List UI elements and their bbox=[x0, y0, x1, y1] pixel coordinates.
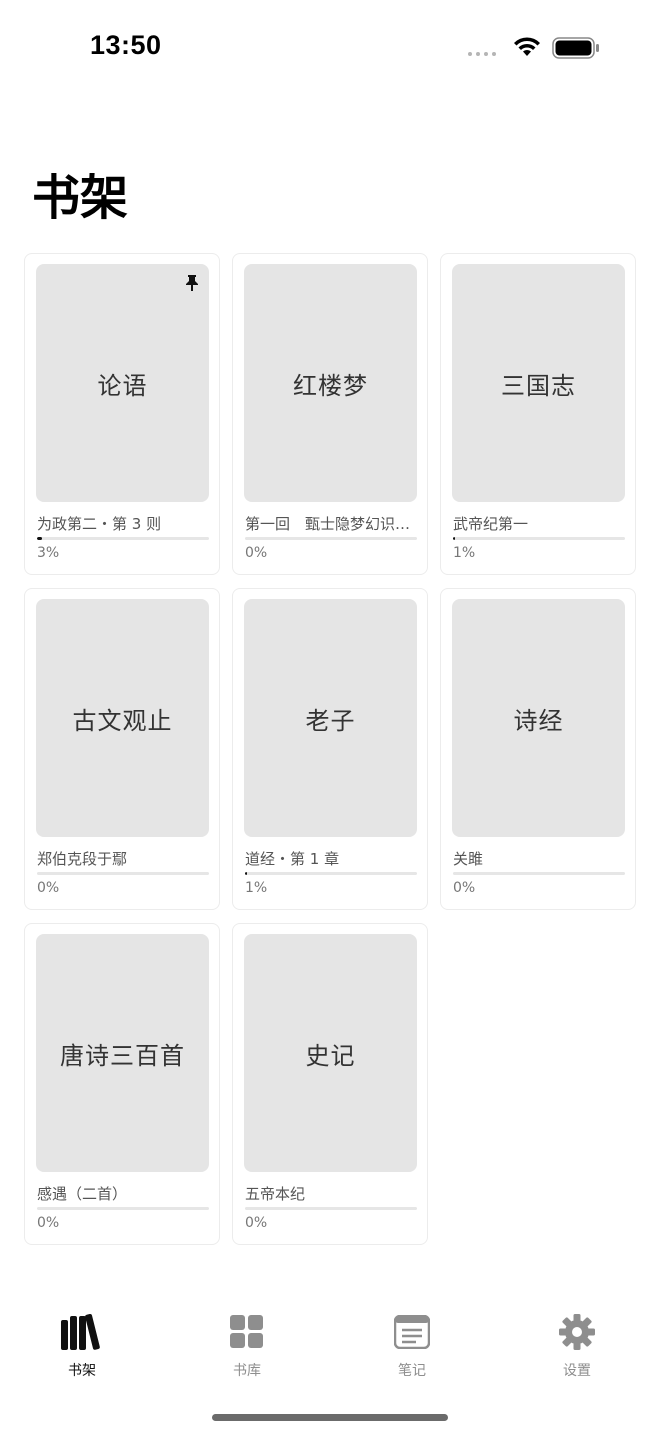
progress-bar bbox=[245, 1207, 417, 1210]
notes-icon bbox=[394, 1310, 430, 1354]
book-cover[interactable]: 老子 bbox=[244, 599, 417, 837]
grid-icon bbox=[230, 1310, 264, 1354]
book-card[interactable]: 史记五帝本纪 0% bbox=[232, 923, 428, 1245]
book-cover[interactable]: 古文观止 bbox=[36, 599, 209, 837]
tab-notes[interactable]: 笔记 bbox=[357, 1310, 467, 1380]
cellular-signal-icon bbox=[468, 52, 496, 56]
current-chapter: 道经・第 1 章 bbox=[245, 850, 340, 868]
book-title: 古文观止 bbox=[72, 706, 173, 735]
book-title: 史记 bbox=[305, 1041, 356, 1070]
book-cover[interactable]: 诗经 bbox=[452, 599, 625, 837]
book-cover[interactable]: 史记 bbox=[244, 934, 417, 1172]
tab-settings[interactable]: 设置 bbox=[522, 1310, 632, 1380]
progress-fill bbox=[37, 537, 43, 540]
book-title: 唐诗三百首 bbox=[60, 1041, 185, 1070]
tab-library[interactable]: 书库 bbox=[192, 1310, 302, 1380]
progress-bar bbox=[245, 872, 417, 875]
current-chapter: 五帝本纪 bbox=[245, 1185, 306, 1203]
progress-percent: 0% bbox=[245, 545, 268, 561]
current-chapter: 感遇（二首） bbox=[37, 1185, 128, 1203]
book-title: 红楼梦 bbox=[293, 371, 368, 400]
progress-percent: 0% bbox=[245, 1215, 268, 1231]
tab-label: 笔记 bbox=[398, 1363, 426, 1379]
book-card[interactable]: 老子道经・第 1 章 1% bbox=[232, 588, 428, 910]
book-card[interactable]: 古文观止郑伯克段于鄢 0% bbox=[24, 588, 220, 910]
progress-percent: 3% bbox=[37, 545, 60, 561]
book-cover[interactable]: 三国志 bbox=[452, 264, 625, 502]
book-cover[interactable]: 唐诗三百首 bbox=[36, 934, 209, 1172]
progress-percent: 0% bbox=[37, 880, 60, 896]
progress-percent: 0% bbox=[453, 880, 476, 896]
book-cover[interactable]: 论语 bbox=[36, 264, 209, 502]
status-time: 13:50 bbox=[90, 30, 162, 60]
book-card[interactable]: 红楼梦第一回 甄士隐梦幻识通灵 0% bbox=[232, 253, 428, 575]
progress-percent: 1% bbox=[245, 880, 268, 896]
tab-label: 书架 bbox=[68, 1363, 96, 1379]
progress-percent: 0% bbox=[37, 1215, 60, 1231]
battery-icon bbox=[552, 37, 599, 59]
wifi-icon bbox=[514, 37, 540, 56]
home-indicator[interactable] bbox=[212, 1414, 448, 1421]
status-bar: 13:50 bbox=[0, 0, 660, 96]
current-chapter: 第一回 甄士隐梦幻识通灵 bbox=[245, 515, 417, 533]
gear-icon bbox=[558, 1310, 596, 1354]
tab-bookshelf[interactable]: 书架 bbox=[27, 1310, 137, 1380]
progress-percent: 1% bbox=[453, 545, 476, 561]
current-chapter: 郑伯克段于鄢 bbox=[37, 850, 128, 868]
book-title: 论语 bbox=[97, 371, 148, 400]
book-title: 老子 bbox=[305, 706, 356, 735]
app-screen: 13:50 书架 论语为政第二・第 3 则 3% 红楼梦第一回 甄士隐梦幻识通灵 0%… bbox=[0, 0, 660, 1434]
tab-label: 书库 bbox=[233, 1363, 261, 1379]
progress-bar bbox=[453, 537, 625, 540]
book-card[interactable]: 诗经关雎 0% bbox=[440, 588, 636, 910]
progress-fill bbox=[245, 872, 248, 875]
current-chapter: 关雎 bbox=[453, 850, 484, 868]
tab-bar: 书架 书库 笔记 设置 bbox=[0, 1310, 660, 1390]
book-card[interactable]: 论语为政第二・第 3 则 3% bbox=[24, 253, 220, 575]
progress-bar bbox=[453, 872, 625, 875]
current-chapter: 为政第二・第 3 则 bbox=[37, 515, 162, 533]
current-chapter: 武帝纪第一 bbox=[453, 515, 529, 533]
book-card[interactable]: 唐诗三百首感遇（二首） 0% bbox=[24, 923, 220, 1245]
progress-bar bbox=[37, 1207, 209, 1210]
bookshelf-grid: 论语为政第二・第 3 则 3% 红楼梦第一回 甄士隐梦幻识通灵 0% 三国志武帝纪第一 1… bbox=[24, 253, 636, 1245]
book-card[interactable]: 三国志武帝纪第一 1% bbox=[440, 253, 636, 575]
progress-bar bbox=[245, 537, 417, 540]
progress-fill bbox=[453, 537, 456, 540]
pin-icon bbox=[186, 275, 198, 291]
tab-label: 设置 bbox=[563, 1363, 591, 1379]
book-title: 诗经 bbox=[513, 706, 564, 735]
progress-bar bbox=[37, 537, 209, 540]
page-title: 书架 bbox=[32, 170, 129, 226]
book-cover[interactable]: 红楼梦 bbox=[244, 264, 417, 502]
book-title: 三国志 bbox=[501, 371, 576, 400]
progress-bar bbox=[37, 872, 209, 875]
bookshelf-icon bbox=[60, 1310, 104, 1354]
